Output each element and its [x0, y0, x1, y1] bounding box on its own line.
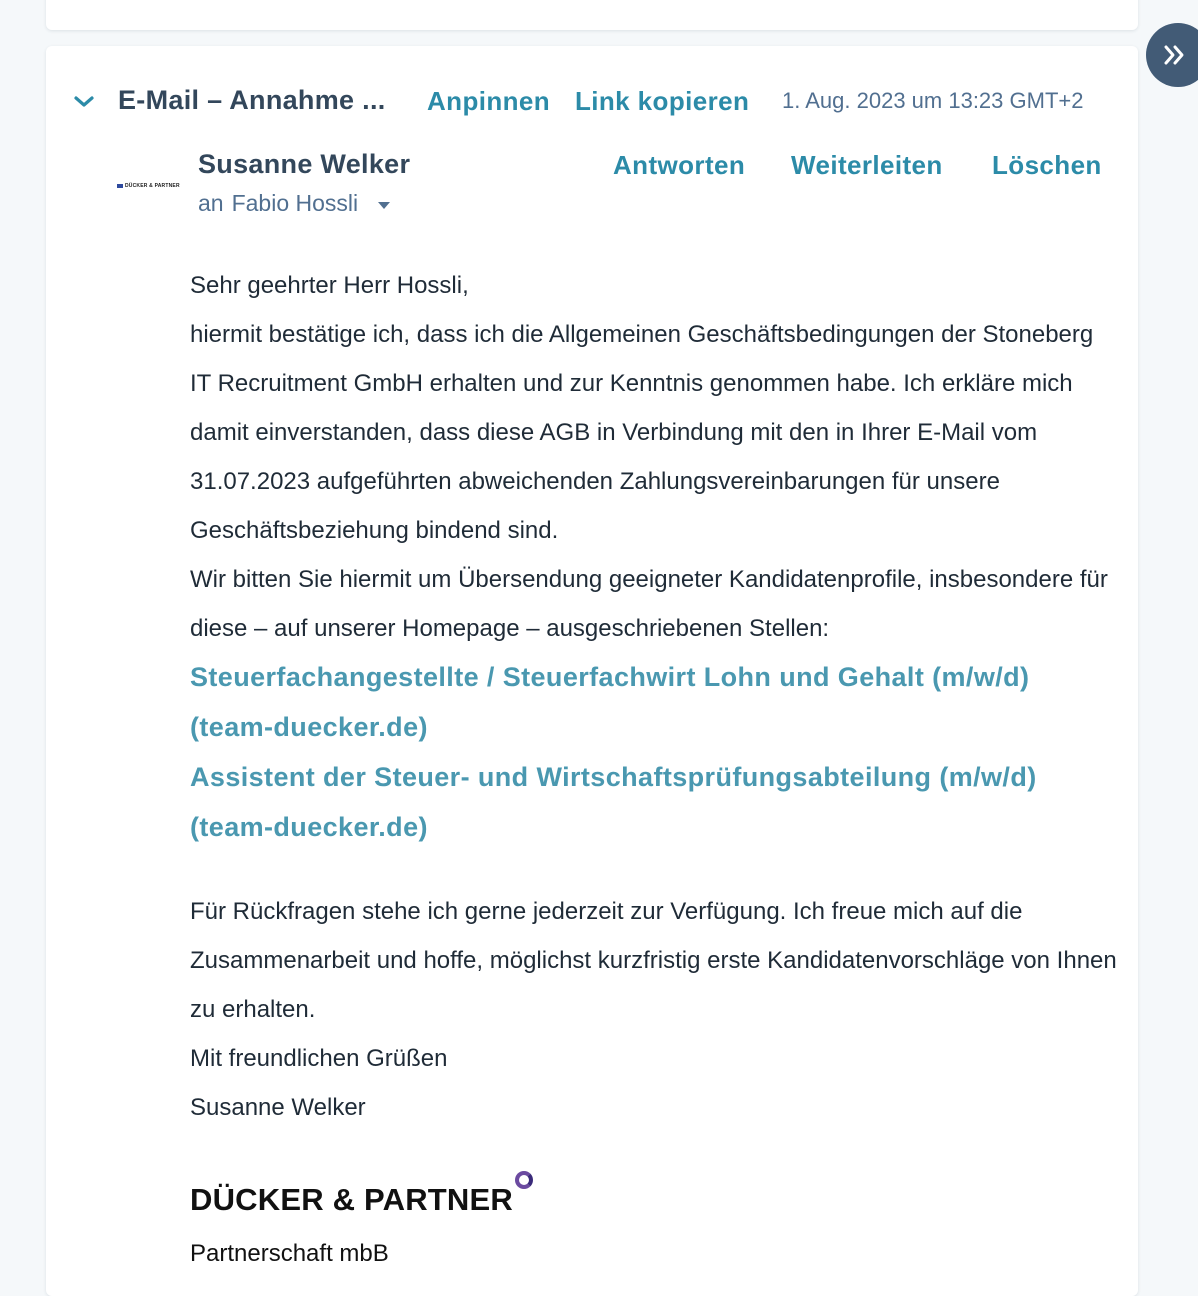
company-logo-text: DÜCKER & PARTNER [190, 1182, 513, 1217]
closing: Mit freundlichen Grüßen [190, 1045, 448, 1072]
expand-panel-button[interactable] [1146, 23, 1198, 87]
body-paragraph-3: Für Rückfragen stehe ich gerne jederzeit… [190, 898, 1117, 1023]
recipient-name: Fabio Hossli [231, 190, 359, 216]
company-logo: DÜCKER & PARTNER [190, 1171, 533, 1219]
forward-button[interactable]: Weiterleiten [791, 150, 943, 181]
logo-text: DÜCKER & PARTNER [125, 183, 180, 189]
signature-name: Susanne Welker [190, 1094, 366, 1121]
body-paragraph-2: Wir bitten Sie hiermit um Übersendung ge… [190, 566, 1108, 642]
company-subtitle: Partnerschaft mbB [190, 1240, 389, 1267]
sender-name: Susanne Welker [198, 149, 411, 179]
greeting: Sehr geehrter Herr Hossli, [190, 272, 469, 299]
logo-mark [117, 184, 123, 188]
email-timestamp: 1. Aug. 2023 um 13:23 GMT+2 [782, 88, 1084, 113]
email-subject[interactable]: E-Mail – Annahme ... [118, 85, 386, 116]
ring-icon [514, 1171, 533, 1189]
recipient-dropdown[interactable]: an Fabio Hossli [198, 190, 391, 217]
sender-logo: DÜCKER & PARTNER [117, 182, 183, 190]
previous-email-card [46, 0, 1138, 30]
job-link-1[interactable]: Steuerfachangestellte / Steuerfachwirt L… [190, 662, 1029, 742]
job-link-2[interactable]: Assistent der Steuer- und Wirtschaftsprü… [190, 762, 1037, 842]
email-body: Sehr geehrter Herr Hossli, hiermit bestä… [190, 261, 1120, 1132]
reply-button[interactable]: Antworten [613, 150, 745, 181]
delete-button[interactable]: Löschen [992, 150, 1102, 181]
copy-link-button[interactable]: Link kopieren [575, 86, 749, 117]
body-paragraph-1: hiermit bestätige ich, dass ich die Allg… [190, 321, 1094, 544]
recipient-prefix: an [198, 190, 224, 216]
pin-button[interactable]: Anpinnen [427, 86, 550, 117]
caret-down-icon [378, 201, 391, 209]
collapse-chevron-icon[interactable] [72, 90, 96, 114]
double-chevron-right-icon [1164, 45, 1184, 65]
